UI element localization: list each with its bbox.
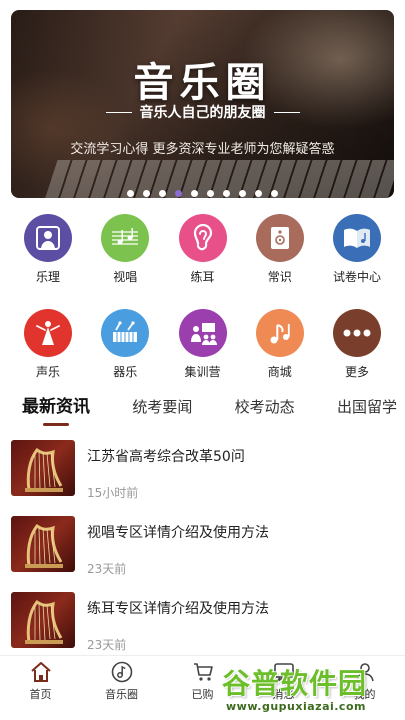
banner-title: 音乐圈 (133, 60, 272, 106)
vocal-icon (24, 309, 72, 357)
tab-exam-news[interactable]: 统考要闻 (132, 392, 192, 426)
carousel-dot[interactable] (175, 190, 182, 197)
music-note-icon (111, 661, 132, 683)
nav-label: 音乐圈 (105, 688, 138, 701)
category-label: 器乐 (113, 365, 138, 379)
carousel-dot[interactable] (159, 190, 166, 197)
carousel-dot[interactable] (239, 190, 246, 197)
sight-singing-icon (101, 214, 150, 262)
news-time: 23天前 (87, 562, 127, 576)
cart-icon (193, 663, 213, 681)
carousel-dot[interactable] (255, 190, 262, 197)
category-exam-center[interactable]: 试卷中心 (327, 214, 387, 285)
category-more[interactable]: 更多 (327, 309, 387, 380)
category-label: 乐理 (35, 270, 60, 284)
training-camp-icon (178, 309, 227, 357)
divider (273, 111, 300, 113)
instrument-icon (101, 309, 150, 357)
tab-study-abroad[interactable]: 出国留学 (337, 392, 397, 426)
more-icon (333, 309, 381, 357)
category-ear-training[interactable]: 练耳 (173, 214, 233, 285)
carousel-dot[interactable] (223, 190, 230, 197)
category-label: 更多 (344, 365, 369, 379)
store-icon (255, 309, 304, 357)
category-knowledge[interactable]: 常识 (250, 214, 310, 285)
divider (105, 111, 132, 113)
exam-center-icon (333, 214, 381, 262)
news-time: 23天前 (87, 638, 127, 652)
news-title: 江苏省高考综合改革50问 (87, 449, 245, 465)
carousel-dot[interactable] (271, 190, 278, 197)
harp-thumbnail (11, 592, 75, 648)
news-list: 江苏省高考综合改革50问 15小时前 视唱专区详情介绍及使用方法 23天前 练耳… (0, 436, 405, 664)
watermark-logo-text: 谷普软件园 (222, 667, 368, 700)
carousel-dot[interactable] (207, 190, 214, 197)
list-item[interactable]: 江苏省高考综合改革50问 15小时前 (0, 436, 405, 512)
category-label: 集训营 (184, 365, 221, 379)
watermark-url: www.gupuxiazai.com (226, 700, 366, 713)
category-row: 声乐 器乐 集训营 商城 更多 (0, 309, 405, 380)
category-vocal[interactable]: 声乐 (18, 309, 78, 380)
music-theory-icon (24, 214, 72, 262)
banner-subtitle: 音乐人自己的朋友圈 (139, 105, 266, 121)
hero-banner[interactable]: 音乐圈 音乐人自己的朋友圈 交流学习心得 更多资深专业老师为您解疑答惑 (11, 10, 394, 198)
home-icon (30, 662, 51, 682)
category-training-camp[interactable]: 集训营 (173, 309, 233, 380)
harp-thumbnail (11, 440, 75, 496)
category-label: 声乐 (35, 365, 60, 379)
carousel-dot[interactable] (143, 190, 150, 197)
news-time: 15小时前 (87, 486, 139, 500)
category-row: 乐理 视唱 练耳 常识 试卷中心 (0, 214, 405, 285)
news-title: 练耳专区详情介绍及使用方法 (87, 601, 269, 617)
carousel-dot[interactable] (191, 190, 198, 197)
nav-label: 已购 (191, 688, 214, 701)
nav-label: 首页 (29, 688, 52, 701)
banner-description: 交流学习心得 更多资深专业老师为您解疑答惑 (70, 142, 335, 157)
category-label: 常识 (267, 270, 292, 284)
list-item[interactable]: 练耳专区详情介绍及使用方法 23天前 (0, 588, 405, 664)
list-item[interactable]: 视唱专区详情介绍及使用方法 23天前 (0, 512, 405, 588)
category-grid: 乐理 视唱 练耳 常识 试卷中心 声乐 器乐 集训营 商城 更多 (0, 214, 405, 404)
site-watermark: 谷普软件园 www.gupuxiazai.com (222, 660, 405, 720)
carousel-dot[interactable] (127, 190, 134, 197)
category-music-theory[interactable]: 乐理 (18, 214, 78, 285)
category-store[interactable]: 商城 (250, 309, 310, 380)
nav-music-circle[interactable]: 音乐圈 (81, 656, 162, 720)
carousel-indicator[interactable] (11, 190, 394, 197)
category-label: 视唱 (113, 270, 138, 284)
news-tabs: 最新资讯 统考要闻 校考动态 出国留学 (0, 392, 405, 426)
category-label: 试卷中心 (332, 270, 381, 284)
ear-training-icon (178, 214, 227, 262)
tab-school-exam[interactable]: 校考动态 (235, 392, 295, 426)
category-label: 商城 (267, 365, 292, 379)
news-title: 视唱专区详情介绍及使用方法 (87, 525, 269, 541)
nav-home[interactable]: 首页 (0, 656, 81, 720)
category-instrument[interactable]: 器乐 (95, 309, 155, 380)
category-label: 练耳 (190, 270, 215, 284)
category-sight-singing[interactable]: 视唱 (95, 214, 155, 285)
tab-latest-news[interactable]: 最新资讯 (22, 392, 90, 426)
harp-thumbnail (11, 516, 75, 572)
knowledge-icon (255, 214, 304, 262)
